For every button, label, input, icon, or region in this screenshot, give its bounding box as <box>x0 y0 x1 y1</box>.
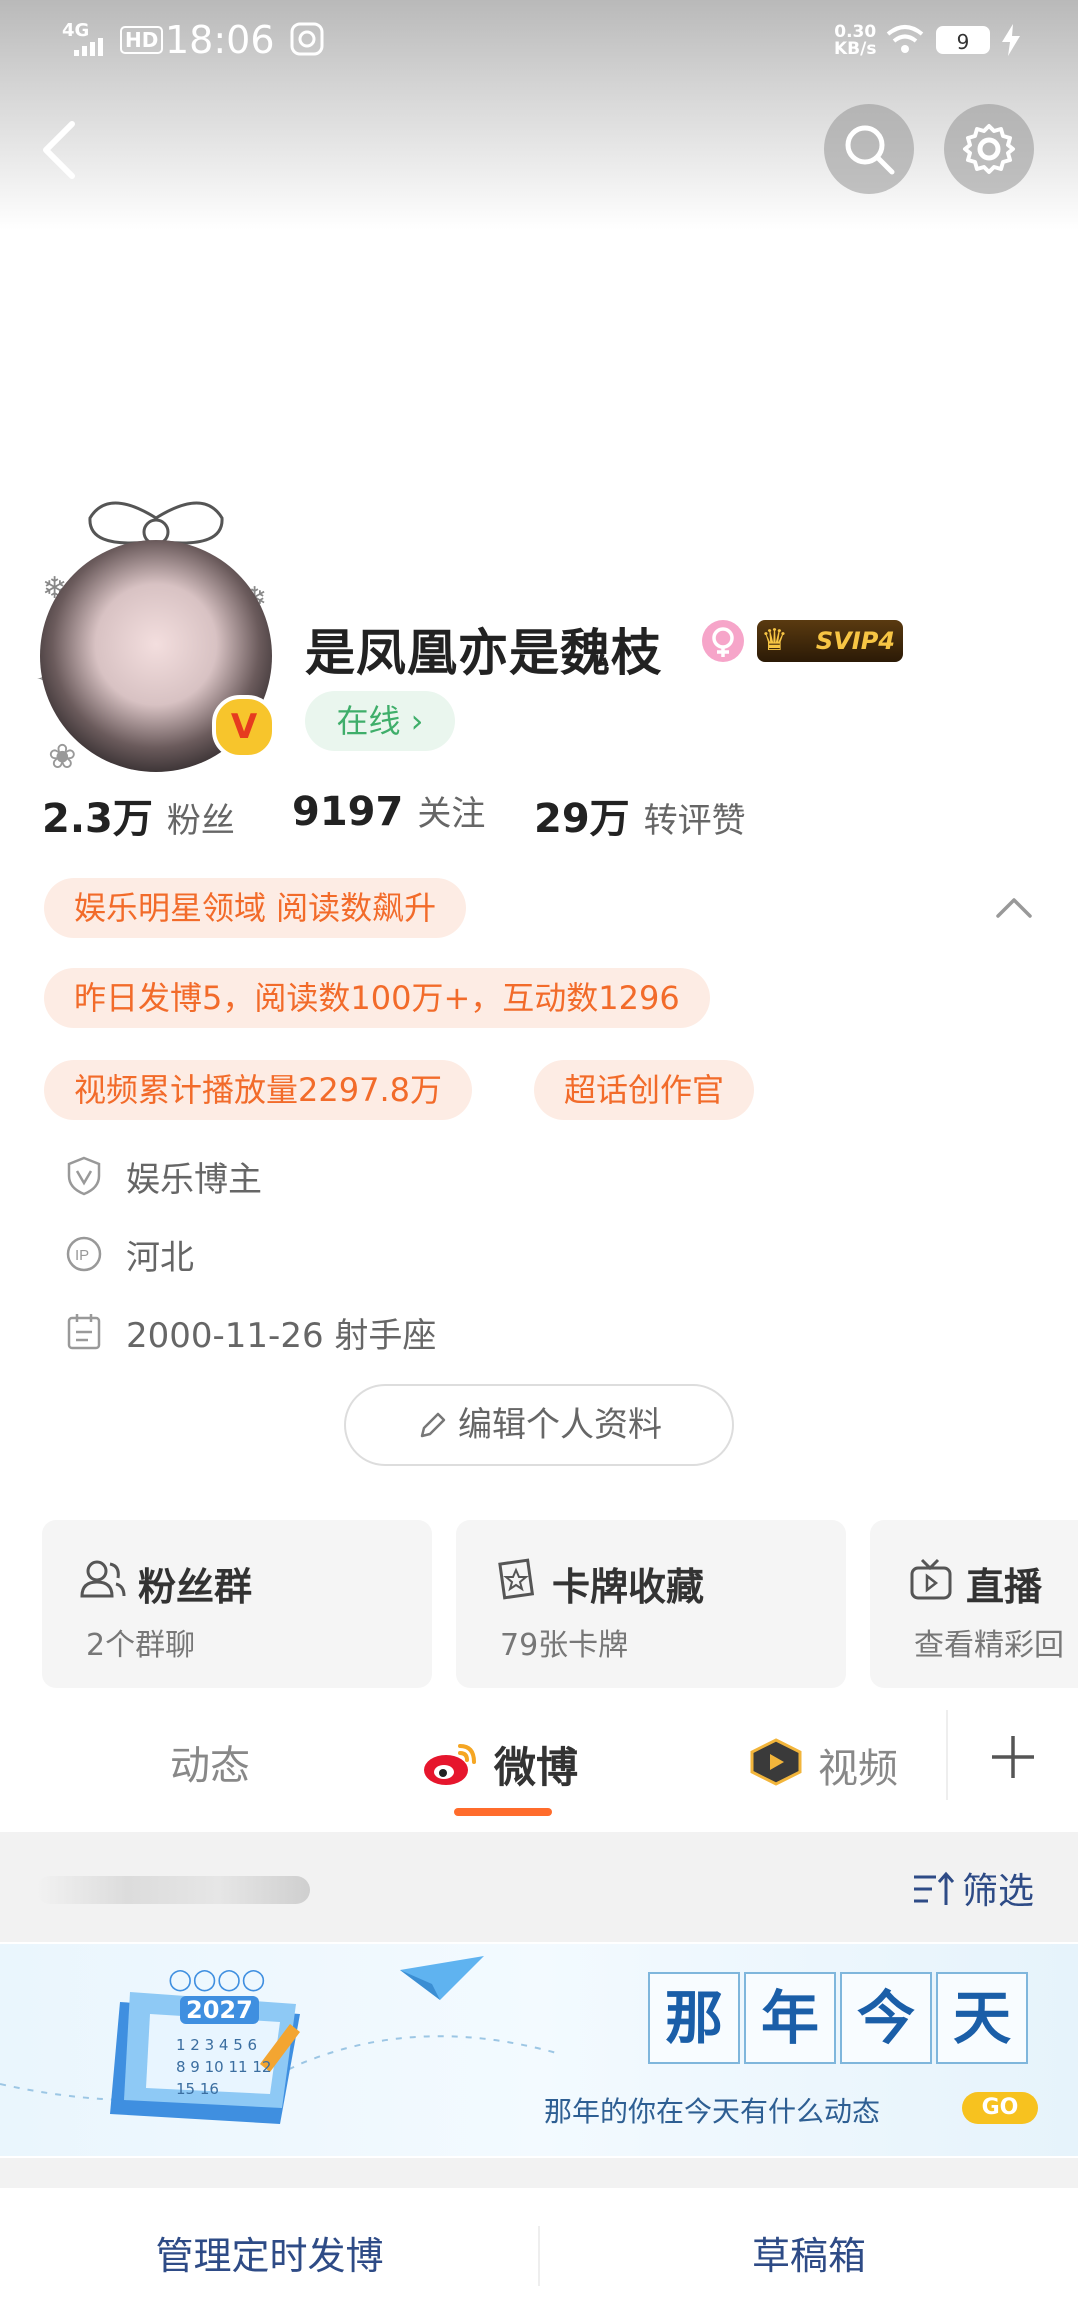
manage-scheduled-posts-button[interactable]: 管理定时发博 <box>0 2190 539 2322</box>
gear-icon <box>963 124 1015 174</box>
section-separator <box>0 2158 1078 2188</box>
edit-profile-button[interactable]: 编辑个人资料 <box>344 1384 734 1466</box>
banner-char-1: 那 <box>648 1972 740 2064</box>
card-subtitle: 2个群聊 <box>86 1628 196 1663</box>
tab-active-underline <box>454 1808 552 1816</box>
stat-value: 2.3万 <box>42 796 153 842</box>
info-ip-location: 河北 <box>126 1238 194 1278</box>
drafts-button[interactable]: 草稿箱 <box>540 2190 1078 2322</box>
svip-label: SVIP4 <box>815 627 895 655</box>
add-tab-icon[interactable] <box>990 1734 1036 1780</box>
banner-subtitle: 那年的你在今天有什么动态 <box>544 2095 881 2128</box>
fan-group-icon <box>80 1560 126 1598</box>
settings-button[interactable] <box>944 104 1034 194</box>
wifi-icon <box>886 25 924 53</box>
online-status-button[interactable]: 在线 › <box>305 691 455 751</box>
crown-icon: ♛ <box>761 623 788 658</box>
charging-icon <box>1002 24 1020 56</box>
on-this-day-banner[interactable]: ○○○○ 2027 1 2 3 4 5 6 8 9 10 11 12 15 16… <box>0 1944 1078 2156</box>
verified-badge: V <box>212 695 276 759</box>
tab-dynamics[interactable]: 动态 <box>170 1733 250 1791</box>
video-icon <box>750 1738 802 1786</box>
banner-char-4: 天 <box>936 1972 1028 2064</box>
bottom-action-bar: 管理定时发博 草稿箱 <box>0 2190 1078 2322</box>
verified-shield-icon <box>67 1156 101 1196</box>
edit-profile-label: 编辑个人资料 <box>458 1405 662 1445</box>
female-icon <box>702 620 744 662</box>
calendar-days-row3: 15 16 <box>176 2080 219 2098</box>
tab-video-label: 视频 <box>818 1746 898 1792</box>
tag-supertopic-creator[interactable]: 超话创作官 <box>534 1060 755 1120</box>
search-button[interactable] <box>824 104 914 194</box>
tab-weibo-label: 微博 <box>494 1743 579 1792</box>
stat-fans[interactable]: 2.3万 粉丝 <box>42 786 235 844</box>
card-subtitle: 79张卡牌 <box>500 1628 629 1663</box>
card-card-collection[interactable]: 卡牌收藏 79张卡牌 <box>456 1520 846 1688</box>
stat-following[interactable]: 9197 关注 <box>292 786 485 835</box>
tag-yesterday-stats[interactable]: 昨日发博5，阅读数100万+，互动数1296 <box>44 968 710 1028</box>
info-category: 娱乐博主 <box>126 1160 262 1200</box>
card-fan-group[interactable]: 粉丝群 2个群聊 <box>42 1520 432 1688</box>
banner-char-3: 今 <box>840 1972 932 2064</box>
filter-bar: 筛选 <box>0 1832 1078 1942</box>
stat-label: 转评赞 <box>643 801 746 841</box>
card-collection-icon <box>498 1558 535 1600</box>
pencil-icon <box>420 1412 446 1438</box>
card-title: 卡牌收藏 <box>552 1565 705 1609</box>
banner-char-2: 年 <box>744 1972 836 2064</box>
calendar-days-row1: 1 2 3 4 5 6 <box>176 2036 258 2054</box>
filter-label: 筛选 <box>962 1871 1035 1912</box>
card-live[interactable]: 直播 查看精彩回 <box>870 1520 1078 1688</box>
card-subtitle: 查看精彩回 <box>914 1628 1064 1663</box>
tag-reading-rise[interactable]: 娱乐明星领域 阅读数飙升 <box>44 878 467 938</box>
stat-value: 9197 <box>292 789 404 835</box>
calendar-year: 2027 <box>180 1996 259 2024</box>
svg-text:❀: ❀ <box>48 737 77 777</box>
tab-divider <box>946 1710 948 1800</box>
card-title: 粉丝群 <box>138 1565 253 1609</box>
back-icon[interactable] <box>38 120 78 180</box>
calendar-days-row2: 8 9 10 11 12 <box>176 2058 272 2076</box>
calendar-icon <box>67 1314 101 1350</box>
go-button[interactable]: GO <box>962 2092 1038 2124</box>
tab-weibo[interactable]: 微博 <box>422 1734 578 1795</box>
stat-label: 粉丝 <box>166 801 235 841</box>
svip-badge[interactable]: ♛ SVIP4 <box>757 620 903 662</box>
ip-location-icon: IP <box>66 1236 102 1272</box>
stat-label: 关注 <box>417 794 486 834</box>
calendar-rings-icon: ○○○○ <box>168 1962 266 1995</box>
filter-button[interactable]: 筛选 <box>912 1862 1034 1914</box>
card-title: 直播 <box>966 1565 1043 1609</box>
battery-indicator: 9 <box>936 26 990 54</box>
stat-value: 29万 <box>534 796 630 842</box>
chevron-up-icon[interactable] <box>994 894 1034 920</box>
blurred-search-field[interactable] <box>36 1876 310 1904</box>
search-icon <box>845 125 895 175</box>
stat-interactions[interactable]: 29万 转评赞 <box>534 786 746 844</box>
sort-filter-icon <box>914 1871 955 1905</box>
clock: 18:06 <box>165 18 275 62</box>
profile-name: 是凤凰亦是魏枝 <box>305 624 662 682</box>
hd-badge: HD <box>120 26 164 54</box>
svg-text:IP: IP <box>75 1247 89 1264</box>
info-birthday: 2000-11-26 射手座 <box>126 1316 437 1356</box>
signal-icon <box>74 38 103 56</box>
status-bar: 4G HD 18:06 0.30 KB/s 9 <box>0 0 1078 80</box>
tag-video-plays[interactable]: 视频累计播放量2297.8万 <box>44 1060 472 1120</box>
weibo-logo-icon <box>424 1744 476 1785</box>
net-speed-unit: KB/s <box>834 39 877 59</box>
live-tv-icon <box>910 1558 952 1600</box>
net-speed: 0.30 KB/s <box>834 24 876 58</box>
notification-icon <box>290 22 324 56</box>
tab-video[interactable]: 视频 <box>748 1734 898 1794</box>
